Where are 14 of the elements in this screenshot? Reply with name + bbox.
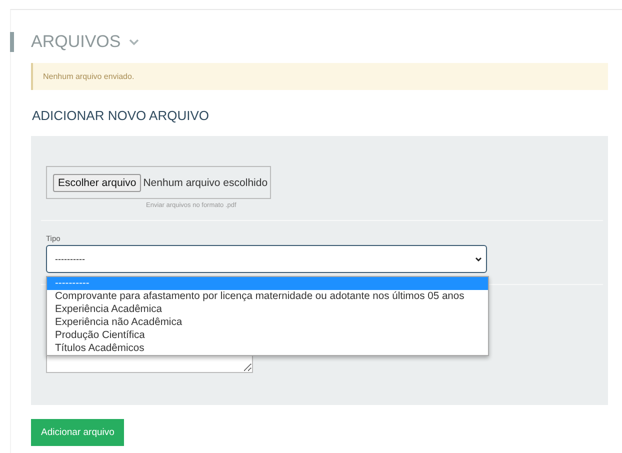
file-status: Nenhum arquivo escolhido [143,176,268,188]
dropdown-option[interactable]: Títulos Acadêmicos [47,342,488,355]
dropdown-option[interactable]: Produção Científica [47,329,488,342]
dropdown-option[interactable]: Comprovante para afastamento por licença maternidade ou adotante nos últimos 05 anos [47,290,488,303]
choose-file-button[interactable]: Escolher arquivo [53,174,142,192]
alert-message: Nenhum arquivo enviado. [31,63,608,90]
chevron-down-icon [475,256,482,262]
section-title: ARQUIVOS [31,32,121,52]
file-input[interactable]: Escolher arquivo Nenhum arquivo escolhido [46,166,271,199]
dropdown-option[interactable]: Experiência Acadêmica [47,303,488,316]
dropdown-option[interactable]: Experiência não Acadêmica [47,316,488,329]
type-select[interactable]: ---------- [46,245,487,273]
chevron-down-icon[interactable] [128,38,139,46]
form-title: ADICIONAR NOVO ARQUIVO [32,108,210,123]
